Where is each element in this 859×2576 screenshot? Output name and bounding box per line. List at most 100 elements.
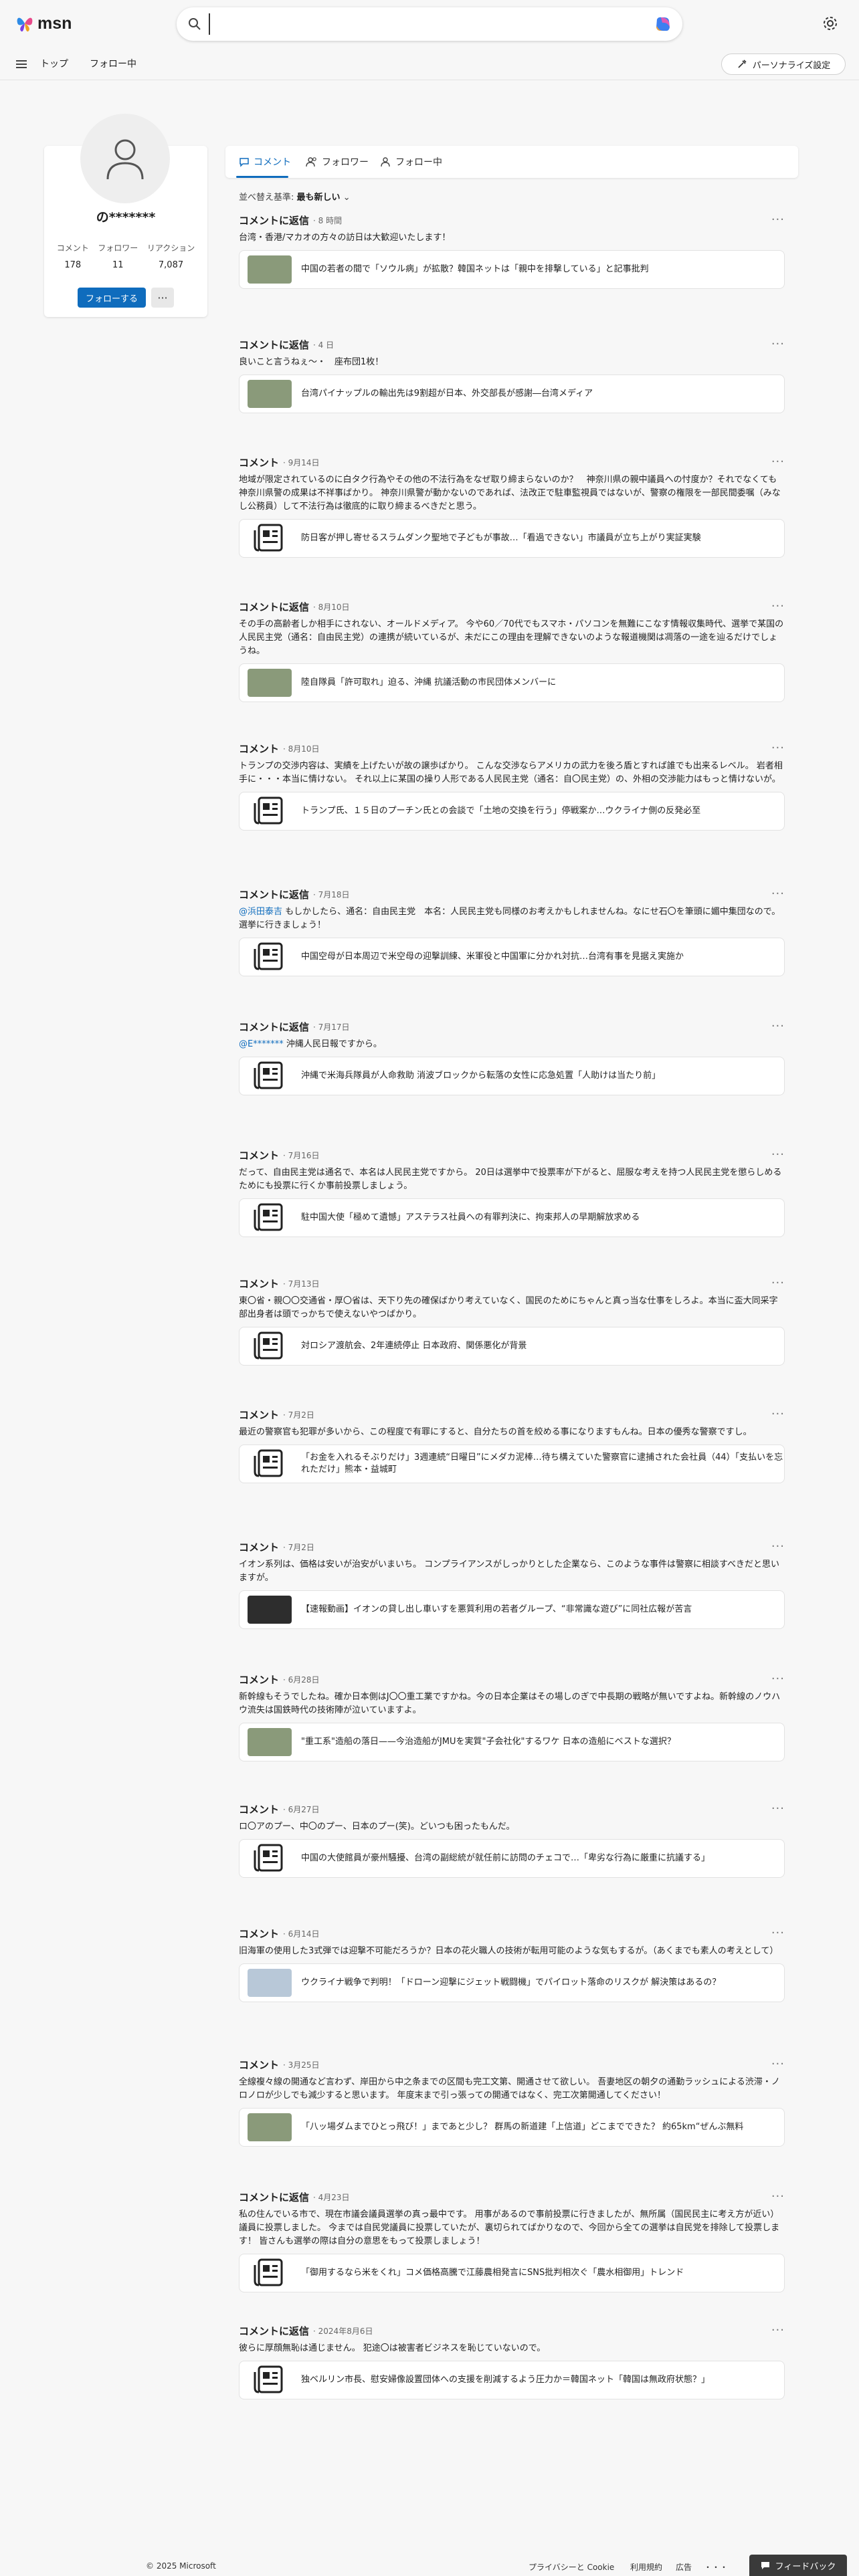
comment-more-icon[interactable]: ··· bbox=[771, 2189, 785, 2204]
search-bar[interactable] bbox=[177, 7, 682, 41]
msn-logo[interactable]: msn bbox=[15, 13, 72, 33]
article-card[interactable]: 台湾パイナップルの輸出先は9割超が日本、外交部長が感謝―台湾メディア bbox=[239, 374, 785, 413]
comment-timestamp: 7月2日 bbox=[288, 1410, 314, 1420]
comment-more-icon[interactable]: ··· bbox=[771, 1926, 785, 1940]
comment-more-icon[interactable]: ··· bbox=[771, 1672, 785, 1686]
article-card[interactable]: 「お金を入れるそぶりだけ」3週連続“日曜日”にメダカ泥棒…待ち構えていた警察官に… bbox=[239, 1444, 785, 1483]
comment-timestamp: 2024年8月6日 bbox=[318, 2326, 373, 2336]
stat-label: フォロワー bbox=[98, 243, 138, 253]
article-title[interactable]: 【速報動画】イオンの貸し出し車いすを悪質利用の若者グループ、“非常識な遊び”に同… bbox=[301, 1604, 692, 1616]
article-title[interactable]: 対ロシア渡航会、2年連続停止 日本政府、関係悪化が背景 bbox=[301, 1340, 527, 1352]
article-card[interactable]: 対ロシア渡航会、2年連続停止 日本政府、関係悪化が背景 bbox=[239, 1327, 785, 1366]
copilot-icon[interactable] bbox=[653, 14, 673, 34]
article-card[interactable]: 駐中国大使「極めて遺憾」アステラス社員への有罪判決に、拘束邦人の早期解放求める bbox=[239, 1198, 785, 1237]
stat-label: リアクション bbox=[147, 243, 195, 253]
settings-gear-icon[interactable] bbox=[822, 15, 839, 32]
article-title[interactable]: 中国空母が日本周辺で米空母の迎撃訓練、米軍役と中国軍に分かれ対抗…台湾有事を見据… bbox=[301, 951, 684, 963]
article-card[interactable]: 独ベルリン市長、慰安婦像設置団体への支援を削減するよう圧力か＝韓国ネット「韓国は… bbox=[239, 2361, 785, 2399]
sort-selector[interactable]: 並べ替え基準: 最も新しい ⌄ bbox=[239, 190, 351, 203]
article-card[interactable]: 「御用するなら米をくれ」コメ価格高騰で江藤農相発言にSNS批判相次ぐ「農水相御用… bbox=[239, 2254, 785, 2292]
comment-more-icon[interactable]: ··· bbox=[771, 741, 785, 755]
comment-more-icon[interactable]: ··· bbox=[771, 1539, 785, 1553]
tab-followers[interactable]: フォロワー bbox=[306, 155, 369, 169]
comment-time: · 8 時間 bbox=[313, 215, 343, 225]
comment-body: もしかしたら、通名：自由民主党 本名：人民民主党も同様のお考えかもしれませんね。… bbox=[239, 907, 781, 930]
article-title[interactable]: 防日客が押し寄せるスラムダンク聖地で子どもが事故…「看過できない」市議員が立ち上… bbox=[301, 532, 701, 544]
article-card[interactable]: 陸自隊員「許可取れ」迫る、沖縄 抗議活動の市民団体メンバーに bbox=[239, 663, 785, 702]
article-title[interactable]: ウクライナ戦争で判明！「ドローン迎撃にジェット戦闘機」でパイロット落命のリスクが… bbox=[301, 1977, 721, 1989]
article-card[interactable]: トランプ氏、１５日のプーチン氏との会談で「土地の交換を行う」停戦案か…ウクライナ… bbox=[239, 792, 785, 831]
comment-more-icon[interactable]: ··· bbox=[771, 1276, 785, 1290]
article-title[interactable]: 沖縄で米海兵隊員が人命救助 消波ブロックから転落の女性に応急処置「人助けは当たり… bbox=[301, 1070, 660, 1082]
article-icon bbox=[248, 796, 292, 825]
comment-more-icon[interactable]: ··· bbox=[771, 1148, 785, 1162]
article-card[interactable]: 中国空母が日本周辺で米空母の迎撃訓練、米軍役と中国軍に分かれ対抗…台湾有事を見据… bbox=[239, 938, 785, 976]
ads-link[interactable]: 広告 bbox=[676, 2561, 692, 2573]
tab-label: コメント bbox=[254, 157, 291, 168]
comment-more-icon[interactable]: ··· bbox=[771, 1019, 785, 1033]
profile-name: の******* bbox=[96, 210, 156, 225]
terms-link[interactable]: 利用規約 bbox=[630, 2561, 662, 2573]
comment-more-icon[interactable]: ··· bbox=[771, 455, 785, 469]
article-title[interactable]: 独ベルリン市長、慰安婦像設置団体への支援を削減するよう圧力か＝韓国ネット「韓国は… bbox=[301, 2374, 710, 2386]
comment-body: 旧海軍の使用した3式弾では迎撃不可能だろうか？日本の花火職人の技術が転用可能のよ… bbox=[239, 1946, 779, 1956]
following-icon bbox=[381, 157, 390, 167]
article-title[interactable]: 中国の大使館員が豪州騒擾、台湾の副総統が就任前に訪問のチェコで…「卑劣な行為に厳… bbox=[301, 1852, 710, 1864]
comment-item: コメント · 7月2日 ··· 最近の警察官も犯罪が多いから、この程度で有罪にす… bbox=[239, 1407, 785, 1483]
follow-button[interactable]: フォローする bbox=[78, 288, 146, 308]
feedback-button[interactable]: フィードバック bbox=[749, 2555, 847, 2576]
comment-more-icon[interactable]: ··· bbox=[771, 887, 785, 901]
mention-link[interactable]: @E******* bbox=[239, 1039, 284, 1049]
nav-following-link[interactable]: フォロー中 bbox=[90, 57, 136, 70]
hamburger-menu-icon[interactable] bbox=[15, 58, 28, 71]
article-card[interactable]: 【速報動画】イオンの貸し出し車いすを悪質利用の若者グループ、“非常識な遊び”に同… bbox=[239, 1590, 785, 1629]
article-title[interactable]: 「御用するなら米をくれ」コメ価格高騰で江藤農相発言にSNS批判相次ぐ「農水相御用… bbox=[301, 2267, 684, 2279]
comment-more-icon[interactable]: ··· bbox=[771, 213, 785, 227]
tab-label: フォロワー bbox=[322, 157, 369, 168]
comment-item: コメントに返信 · 8 時間 ··· 台湾・香港/マカオの方々の訪日は大歓迎いた… bbox=[239, 213, 785, 289]
article-title[interactable]: 台湾パイナップルの輸出先は9割超が日本、外交部長が感謝―台湾メディア bbox=[301, 388, 593, 400]
article-card[interactable]: 中国の大使館員が豪州騒擾、台湾の副総統が就任前に訪問のチェコで…「卑劣な行為に厳… bbox=[239, 1839, 785, 1878]
personalize-button[interactable]: パーソナライズ設定 bbox=[721, 53, 846, 75]
profile-more-button[interactable]: ··· bbox=[151, 288, 174, 308]
article-title[interactable]: 中国の若者の間で「ソウル病」が拡散？韓国ネットは「親中を排撃している」と記事批判 bbox=[301, 263, 649, 276]
stat-value: 11 bbox=[112, 260, 124, 270]
comment-header: コメント · 6月14日 ··· bbox=[239, 1926, 785, 1941]
comment-item: コメント · 9月14日 ··· 地域が限定されているのに白タク行為やその他の不… bbox=[239, 455, 785, 558]
comment-more-icon[interactable]: ··· bbox=[771, 2057, 785, 2071]
tab-following[interactable]: フォロー中 bbox=[381, 155, 442, 169]
comment-more-icon[interactable]: ··· bbox=[771, 1802, 785, 1816]
article-card[interactable]: 「八ッ場ダムまでひとっ飛び！」まであと少し？ 群馬の新道建「上信道」どこまででき… bbox=[239, 2108, 785, 2147]
comment-more-icon[interactable]: ··· bbox=[771, 2323, 785, 2337]
privacy-link[interactable]: プライバシーと Cookie bbox=[529, 2561, 614, 2573]
comment-more-icon[interactable]: ··· bbox=[771, 337, 785, 351]
article-title[interactable]: 「八ッ場ダムまでひとっ飛び！」まであと少し？ 群馬の新道建「上信道」どこまででき… bbox=[301, 2121, 743, 2133]
comment-time: · 6月27日 bbox=[283, 1804, 320, 1814]
article-title[interactable]: "重工系"造船の落日——今治造船がJMUを実質"子会社化"するワケ 日本の造船に… bbox=[301, 1736, 676, 1748]
article-card[interactable]: 中国の若者の間で「ソウル病」が拡散？韓国ネットは「親中を排撃している」と記事批判 bbox=[239, 250, 785, 289]
nav-top-link[interactable]: トップ bbox=[40, 57, 68, 70]
comment-time: · 7月2日 bbox=[283, 1410, 314, 1420]
comment-type: コメントに返信 bbox=[239, 2325, 310, 2337]
comment-more-icon[interactable]: ··· bbox=[771, 599, 785, 613]
comment-body: 新幹線もそうでしたね。確か日本側はJ〇〇重工業ですかね。今の日本企業はその場しの… bbox=[239, 1692, 781, 1715]
article-card[interactable]: "重工系"造船の落日——今治造船がJMUを実質"子会社化"するワケ 日本の造船に… bbox=[239, 1723, 785, 1761]
article-icon bbox=[248, 1061, 292, 1090]
tab-comments[interactable]: コメント bbox=[239, 155, 291, 169]
article-card[interactable]: 防日客が押し寄せるスラムダンク聖地で子どもが事故…「看過できない」市議員が立ち上… bbox=[239, 519, 785, 558]
article-card[interactable]: ウクライナ戦争で判明！「ドローン迎撃にジェット戦闘機」でパイロット落命のリスクが… bbox=[239, 1963, 785, 2002]
comment-more-icon[interactable]: ··· bbox=[771, 1407, 785, 1421]
comment-timestamp: 8月10日 bbox=[318, 602, 350, 612]
article-thumbnail bbox=[248, 669, 292, 697]
mention-link[interactable]: @浜田泰吉 bbox=[239, 907, 282, 917]
search-input[interactable] bbox=[209, 13, 624, 35]
article-title[interactable]: 「お金を入れるそぶりだけ」3週連続“日曜日”にメダカ泥棒…待ち構えていた警察官に… bbox=[301, 1452, 784, 1476]
article-title[interactable]: 陸自隊員「許可取れ」迫る、沖縄 抗議活動の市民団体メンバーに bbox=[301, 677, 556, 689]
comment-text: 新幹線もそうでしたね。確か日本側はJ〇〇重工業ですかね。今の日本企業はその場しの… bbox=[239, 1691, 785, 1717]
article-title[interactable]: 駐中国大使「極めて遺憾」アステラス社員への有罪判決に、拘束邦人の早期解放求める bbox=[301, 1212, 640, 1224]
comment-timestamp: 8 時間 bbox=[318, 215, 343, 225]
more-links[interactable]: ・・・ bbox=[704, 2561, 728, 2573]
article-card[interactable]: 沖縄で米海兵隊員が人命救助 消波ブロックから転落の女性に応急処置「人助けは当たり… bbox=[239, 1057, 785, 1095]
article-icon bbox=[248, 2365, 292, 2394]
article-title[interactable]: トランプ氏、１５日のプーチン氏との会談で「土地の交換を行う」停戦案か…ウクライナ… bbox=[301, 805, 700, 817]
